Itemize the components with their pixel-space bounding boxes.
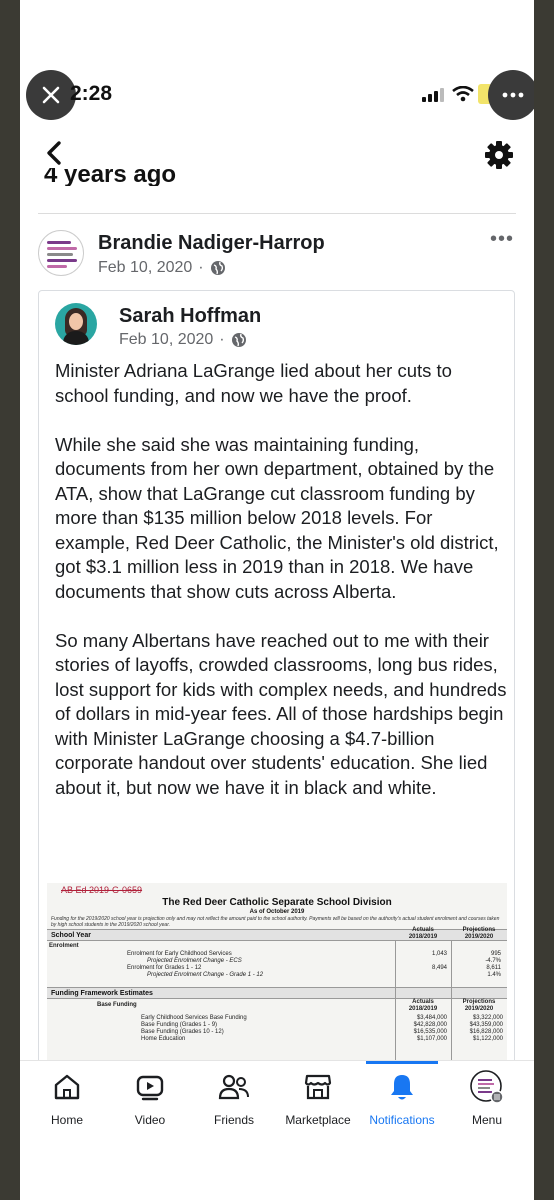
doc-col-projections: Projections 2019/2020 xyxy=(462,927,496,940)
document-image[interactable]: AB Ed 2019-G-0659 The Red Deer Catholic … xyxy=(47,883,507,1069)
doc-row-proj: $3,322,000 xyxy=(472,1015,503,1021)
doc-col-actuals: Actuals 2018/2019 xyxy=(408,927,438,940)
doc-row-proj: $43,359,000 xyxy=(469,1022,503,1028)
doc-row-actual: $16,535,000 xyxy=(413,1029,447,1035)
doc-row-label: Base Funding (Grades 10 - 12) xyxy=(141,1029,224,1035)
bell-icon xyxy=(391,1075,413,1100)
doc-row-proj: $1,122,000 xyxy=(472,1036,503,1042)
post-body: Minister Adriana LaGrange lied about her… xyxy=(55,359,510,825)
status-time: 2:28 xyxy=(70,82,113,105)
doc-row-label: Enrolment for Grades 1 - 12 xyxy=(127,965,202,971)
tab-home[interactable]: Home xyxy=(24,1069,110,1127)
post-paragraph: Minister Adriana LaGrange lied about her… xyxy=(55,360,452,406)
tab-label: Friends xyxy=(213,1113,254,1127)
tab-friends[interactable]: Friends xyxy=(191,1069,277,1127)
doc-row-label: Projected Enrolment Change - Grade 1 - 1… xyxy=(147,972,264,978)
home-icon xyxy=(54,1074,80,1100)
status-bar: 2:28 xyxy=(20,70,534,122)
doc-row-actual: 1,043 xyxy=(431,951,447,957)
back-arrow-icon[interactable] xyxy=(40,138,68,168)
doc-row-actual: $42,828,000 xyxy=(413,1022,447,1028)
doc-row-actual: 8,494 xyxy=(431,965,447,971)
shared-post-card: Sarah Hoffman Feb 10, 2020 · Minister Ad… xyxy=(38,290,515,1070)
doc-section-funding: Funding Framework Estimates xyxy=(47,987,507,999)
doc-rule xyxy=(451,941,452,1069)
doc-col-projections: Projections 2019/2020 xyxy=(462,999,496,1012)
wifi-icon xyxy=(452,86,474,102)
post-paragraph: While she said she was maintaining fundi… xyxy=(55,433,499,602)
video-icon xyxy=(136,1075,164,1101)
close-button[interactable] xyxy=(26,70,76,120)
doc-base-funding-label: Base Funding xyxy=(97,1002,137,1008)
shared-post-meta: Feb 10, 2020 · xyxy=(119,331,247,349)
doc-row-proj: 8,611 xyxy=(486,965,501,971)
memory-header-partial: 4 years ago xyxy=(44,168,177,186)
author-avatar[interactable] xyxy=(38,230,84,276)
tab-label: Marketplace xyxy=(285,1113,351,1127)
doc-row-label: Projected Enrolment Change - ECS xyxy=(147,958,242,964)
tab-label: Notifications xyxy=(369,1113,435,1127)
doc-enrolment-label: Enrolment xyxy=(49,943,79,949)
shared-post-date: Feb 10, 2020 xyxy=(119,331,214,348)
friends-icon xyxy=(218,1074,249,1100)
doc-row-label: Enrolment for Early Childhood Services xyxy=(127,951,232,957)
doc-col-actuals: Actuals 2018/2019 xyxy=(408,999,438,1012)
tab-notifications[interactable]: Notifications xyxy=(359,1069,445,1127)
meta-separator: · xyxy=(219,331,225,348)
divider xyxy=(38,213,516,214)
settings-gear-icon[interactable] xyxy=(484,140,514,170)
tab-label: Video xyxy=(134,1113,166,1127)
post-paragraph: So many Albertans have reached out to me… xyxy=(55,629,507,798)
doc-row-actual: $1,107,000 xyxy=(416,1036,447,1042)
post-date: Feb 10, 2020 xyxy=(98,259,193,276)
shared-author-avatar[interactable] xyxy=(55,303,97,345)
tab-menu[interactable]: Menu xyxy=(444,1069,530,1127)
tab-label: Home xyxy=(50,1113,83,1127)
meta-separator: · xyxy=(198,259,204,276)
doc-row-actual: $3,484,000 xyxy=(416,1015,447,1021)
doc-row-label: Home Education xyxy=(141,1036,186,1042)
menu-avatar-icon xyxy=(470,1070,504,1104)
doc-rule xyxy=(395,941,396,1069)
bottom-tab-bar: Home Video Friends Marketplace Notificat… xyxy=(20,1060,534,1200)
doc-row-label: Base Funding (Grades 1 - 9) xyxy=(141,1022,218,1028)
doc-stamp: AB Ed 2019-G-0659 xyxy=(61,885,143,895)
doc-row-proj: -4.7% xyxy=(485,958,501,964)
post-more-icon[interactable]: ••• xyxy=(490,228,514,251)
close-icon xyxy=(42,86,60,104)
globe-icon xyxy=(231,333,246,347)
doc-title: The Red Deer Catholic Separate School Di… xyxy=(162,897,392,908)
doc-subtitle: As of October 2019 xyxy=(249,909,305,915)
shared-author-name[interactable]: Sarah Hoffman xyxy=(119,305,261,328)
more-options-button[interactable] xyxy=(488,70,534,120)
doc-row-proj: $16,828,000 xyxy=(469,1029,503,1035)
globe-icon xyxy=(210,261,225,275)
cellular-signal-icon xyxy=(422,88,444,102)
phone-screen: 2:28 4 years ago Brandie Nadiger-Harrop … xyxy=(20,0,534,1200)
tab-label: Menu xyxy=(471,1113,503,1127)
doc-row-label: Early Childhood Services Base Funding xyxy=(141,1015,247,1021)
tab-marketplace[interactable]: Marketplace xyxy=(275,1069,361,1127)
active-tab-indicator xyxy=(366,1061,438,1064)
ellipsis-icon xyxy=(502,92,524,98)
post-author-name[interactable]: Brandie Nadiger-Harrop xyxy=(98,232,325,255)
marketplace-icon xyxy=(304,1074,332,1100)
doc-row-proj: 995 xyxy=(490,951,501,957)
tab-video[interactable]: Video xyxy=(107,1069,193,1127)
post-meta: Feb 10, 2020 · xyxy=(98,259,226,277)
doc-row-proj: 1.4% xyxy=(487,972,501,978)
